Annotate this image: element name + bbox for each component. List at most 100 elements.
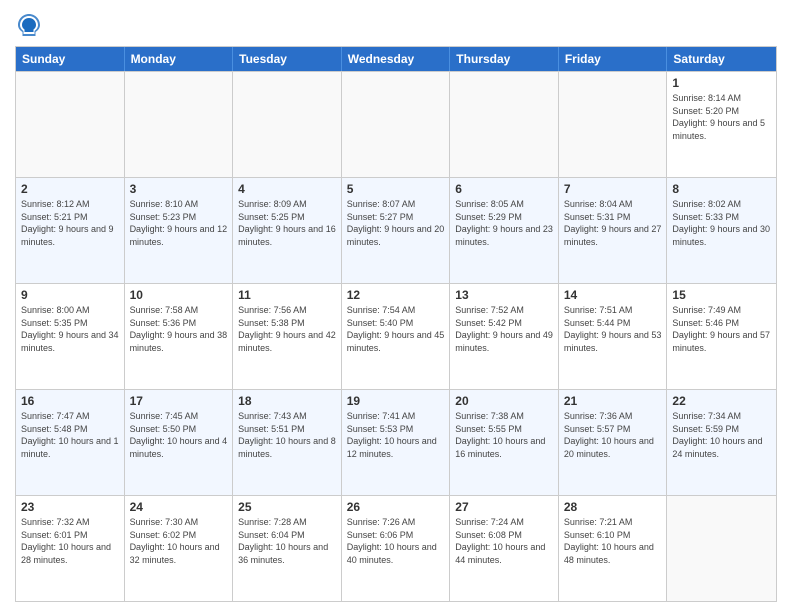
header bbox=[15, 10, 777, 38]
day-info: Sunrise: 7:52 AM Sunset: 5:42 PM Dayligh… bbox=[455, 304, 553, 354]
calendar-header: SundayMondayTuesdayWednesdayThursdayFrid… bbox=[16, 47, 776, 71]
day-info: Sunrise: 7:28 AM Sunset: 6:04 PM Dayligh… bbox=[238, 516, 336, 566]
day-info: Sunrise: 7:51 AM Sunset: 5:44 PM Dayligh… bbox=[564, 304, 662, 354]
calendar-header-cell: Wednesday bbox=[342, 47, 451, 71]
calendar-cell: 24 Sunrise: 7:30 AM Sunset: 6:02 PM Dayli… bbox=[125, 496, 234, 601]
day-number: 1 bbox=[672, 76, 771, 90]
calendar-cell: 8 Sunrise: 8:02 AM Sunset: 5:33 PM Daylig… bbox=[667, 178, 776, 283]
calendar-cell bbox=[559, 72, 668, 177]
calendar-cell: 27 Sunrise: 7:24 AM Sunset: 6:08 PM Dayli… bbox=[450, 496, 559, 601]
calendar-cell: 7 Sunrise: 8:04 AM Sunset: 5:31 PM Daylig… bbox=[559, 178, 668, 283]
day-info: Sunrise: 7:32 AM Sunset: 6:01 PM Dayligh… bbox=[21, 516, 119, 566]
day-number: 2 bbox=[21, 182, 119, 196]
page: SundayMondayTuesdayWednesdayThursdayFrid… bbox=[0, 0, 792, 612]
day-number: 22 bbox=[672, 394, 771, 408]
day-number: 20 bbox=[455, 394, 553, 408]
day-number: 3 bbox=[130, 182, 228, 196]
day-info: Sunrise: 7:47 AM Sunset: 5:48 PM Dayligh… bbox=[21, 410, 119, 460]
day-number: 12 bbox=[347, 288, 445, 302]
day-number: 16 bbox=[21, 394, 119, 408]
calendar-cell bbox=[125, 72, 234, 177]
calendar-cell: 12 Sunrise: 7:54 AM Sunset: 5:40 PM Dayli… bbox=[342, 284, 451, 389]
calendar-cell: 26 Sunrise: 7:26 AM Sunset: 6:06 PM Dayli… bbox=[342, 496, 451, 601]
day-number: 10 bbox=[130, 288, 228, 302]
day-info: Sunrise: 8:12 AM Sunset: 5:21 PM Dayligh… bbox=[21, 198, 119, 248]
calendar-header-cell: Thursday bbox=[450, 47, 559, 71]
calendar-cell: 19 Sunrise: 7:41 AM Sunset: 5:53 PM Dayli… bbox=[342, 390, 451, 495]
day-info: Sunrise: 7:34 AM Sunset: 5:59 PM Dayligh… bbox=[672, 410, 771, 460]
day-number: 13 bbox=[455, 288, 553, 302]
calendar: SundayMondayTuesdayWednesdayThursdayFrid… bbox=[15, 46, 777, 602]
calendar-cell: 5 Sunrise: 8:07 AM Sunset: 5:27 PM Daylig… bbox=[342, 178, 451, 283]
day-number: 4 bbox=[238, 182, 336, 196]
calendar-cell bbox=[16, 72, 125, 177]
day-number: 24 bbox=[130, 500, 228, 514]
calendar-cell bbox=[450, 72, 559, 177]
calendar-cell: 17Sunrise: 7:45 AM Sunset: 5:50 PM Dayli… bbox=[125, 390, 234, 495]
day-info: Sunrise: 8:10 AM Sunset: 5:23 PM Dayligh… bbox=[130, 198, 228, 248]
calendar-cell: 2 Sunrise: 8:12 AM Sunset: 5:21 PM Daylig… bbox=[16, 178, 125, 283]
day-info: Sunrise: 7:24 AM Sunset: 6:08 PM Dayligh… bbox=[455, 516, 553, 566]
day-number: 26 bbox=[347, 500, 445, 514]
calendar-body: 1 Sunrise: 8:14 AM Sunset: 5:20 PM Daylig… bbox=[16, 71, 776, 601]
calendar-cell: 22 Sunrise: 7:34 AM Sunset: 5:59 PM Dayli… bbox=[667, 390, 776, 495]
calendar-cell: 25Sunrise: 7:28 AM Sunset: 6:04 PM Dayli… bbox=[233, 496, 342, 601]
calendar-row: 2 Sunrise: 8:12 AM Sunset: 5:21 PM Daylig… bbox=[16, 177, 776, 283]
calendar-cell: 28 Sunrise: 7:21 AM Sunset: 6:10 PM Dayli… bbox=[559, 496, 668, 601]
day-info: Sunrise: 7:38 AM Sunset: 5:55 PM Dayligh… bbox=[455, 410, 553, 460]
calendar-cell: 18 Sunrise: 7:43 AM Sunset: 5:51 PM Dayli… bbox=[233, 390, 342, 495]
calendar-cell: 20 Sunrise: 7:38 AM Sunset: 5:55 PM Dayli… bbox=[450, 390, 559, 495]
calendar-cell: 13 Sunrise: 7:52 AM Sunset: 5:42 PM Dayli… bbox=[450, 284, 559, 389]
calendar-row: 23 Sunrise: 7:32 AM Sunset: 6:01 PM Dayli… bbox=[16, 495, 776, 601]
calendar-cell bbox=[667, 496, 776, 601]
calendar-cell: 4 Sunrise: 8:09 AM Sunset: 5:25 PM Daylig… bbox=[233, 178, 342, 283]
day-number: 9 bbox=[21, 288, 119, 302]
day-info: Sunrise: 8:00 AM Sunset: 5:35 PM Dayligh… bbox=[21, 304, 119, 354]
day-info: Sunrise: 7:54 AM Sunset: 5:40 PM Dayligh… bbox=[347, 304, 445, 354]
calendar-header-cell: Monday bbox=[125, 47, 234, 71]
day-info: Sunrise: 7:21 AM Sunset: 6:10 PM Dayligh… bbox=[564, 516, 662, 566]
calendar-cell: 3 Sunrise: 8:10 AM Sunset: 5:23 PM Daylig… bbox=[125, 178, 234, 283]
day-info: Sunrise: 8:02 AM Sunset: 5:33 PM Dayligh… bbox=[672, 198, 771, 248]
day-number: 21 bbox=[564, 394, 662, 408]
day-number: 7 bbox=[564, 182, 662, 196]
day-number: 27 bbox=[455, 500, 553, 514]
day-info: Sunrise: 7:58 AM Sunset: 5:36 PM Dayligh… bbox=[130, 304, 228, 354]
day-info: Sunrise: 8:09 AM Sunset: 5:25 PM Dayligh… bbox=[238, 198, 336, 248]
logo bbox=[15, 10, 47, 38]
day-number: 11 bbox=[238, 288, 336, 302]
day-info: Sunrise: 7:36 AM Sunset: 5:57 PM Dayligh… bbox=[564, 410, 662, 460]
calendar-cell: 11 Sunrise: 7:56 AM Sunset: 5:38 PM Dayli… bbox=[233, 284, 342, 389]
day-number: 28 bbox=[564, 500, 662, 514]
day-number: 18 bbox=[238, 394, 336, 408]
day-info: Sunrise: 8:04 AM Sunset: 5:31 PM Dayligh… bbox=[564, 198, 662, 248]
day-number: 6 bbox=[455, 182, 553, 196]
calendar-cell bbox=[233, 72, 342, 177]
day-info: Sunrise: 7:49 AM Sunset: 5:46 PM Dayligh… bbox=[672, 304, 771, 354]
calendar-cell: 23 Sunrise: 7:32 AM Sunset: 6:01 PM Dayli… bbox=[16, 496, 125, 601]
day-number: 15 bbox=[672, 288, 771, 302]
day-info: Sunrise: 8:14 AM Sunset: 5:20 PM Dayligh… bbox=[672, 92, 771, 142]
calendar-cell: 6 Sunrise: 8:05 AM Sunset: 5:29 PM Daylig… bbox=[450, 178, 559, 283]
day-number: 23 bbox=[21, 500, 119, 514]
calendar-cell bbox=[342, 72, 451, 177]
day-info: Sunrise: 7:30 AM Sunset: 6:02 PM Dayligh… bbox=[130, 516, 228, 566]
day-info: Sunrise: 8:07 AM Sunset: 5:27 PM Dayligh… bbox=[347, 198, 445, 248]
day-info: Sunrise: 7:26 AM Sunset: 6:06 PM Dayligh… bbox=[347, 516, 445, 566]
calendar-header-cell: Friday bbox=[559, 47, 668, 71]
day-number: 5 bbox=[347, 182, 445, 196]
day-info: Sunrise: 7:41 AM Sunset: 5:53 PM Dayligh… bbox=[347, 410, 445, 460]
calendar-row: 16 Sunrise: 7:47 AM Sunset: 5:48 PM Dayli… bbox=[16, 389, 776, 495]
day-number: 19 bbox=[347, 394, 445, 408]
calendar-cell: 14 Sunrise: 7:51 AM Sunset: 5:44 PM Dayli… bbox=[559, 284, 668, 389]
day-number: 14 bbox=[564, 288, 662, 302]
calendar-cell: 10 Sunrise: 7:58 AM Sunset: 5:36 PM Dayli… bbox=[125, 284, 234, 389]
day-info: Sunrise: 7:45 AM Sunset: 5:50 PM Dayligh… bbox=[130, 410, 228, 460]
day-info: Sunrise: 8:05 AM Sunset: 5:29 PM Dayligh… bbox=[455, 198, 553, 248]
day-number: 8 bbox=[672, 182, 771, 196]
calendar-cell: 9 Sunrise: 8:00 AM Sunset: 5:35 PM Daylig… bbox=[16, 284, 125, 389]
day-info: Sunrise: 7:43 AM Sunset: 5:51 PM Dayligh… bbox=[238, 410, 336, 460]
calendar-header-cell: Sunday bbox=[16, 47, 125, 71]
logo-icon bbox=[15, 10, 43, 38]
day-info: Sunrise: 7:56 AM Sunset: 5:38 PM Dayligh… bbox=[238, 304, 336, 354]
